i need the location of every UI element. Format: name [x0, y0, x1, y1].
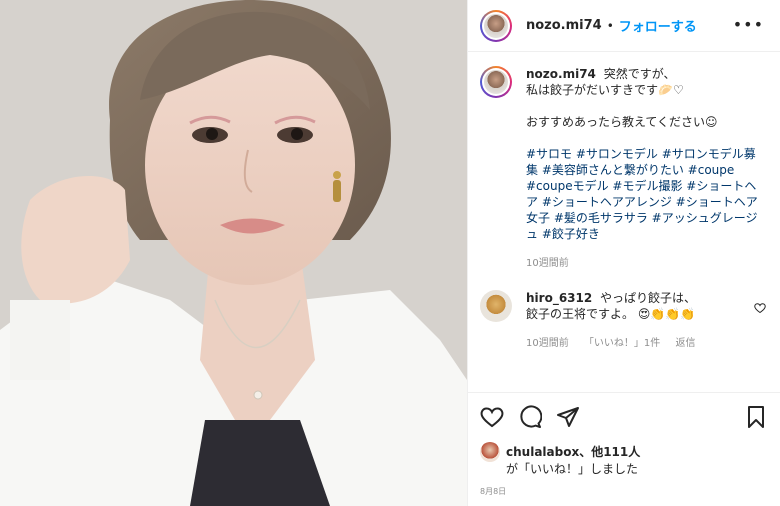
post-sidebar: nozo.mi74 • フォローする ••• nozo.mi74 突然ですが、 …	[467, 0, 780, 506]
caption-username[interactable]: nozo.mi74	[526, 67, 596, 81]
liker-username[interactable]: chulalabox	[506, 445, 579, 459]
action-bar	[468, 392, 780, 440]
follow-button[interactable]: フォローする	[619, 16, 697, 35]
comment-icon[interactable]	[518, 405, 542, 429]
reply-time[interactable]: 10週間前	[526, 338, 569, 349]
reply-line1: やっぱり餃子は、	[600, 291, 697, 305]
author-username[interactable]: nozo.mi74	[526, 18, 602, 33]
caption-avatar[interactable]	[480, 66, 512, 98]
heart-icon[interactable]	[480, 405, 504, 429]
caption-line3: おすすめあったら教えてください☺	[526, 115, 718, 129]
instagram-post: nozo.mi74 • フォローする ••• nozo.mi74 突然ですが、 …	[0, 0, 780, 506]
portrait-image	[0, 0, 467, 506]
bookmark-icon[interactable]	[744, 405, 768, 429]
caption-hashtags[interactable]: #サロモ #サロンモデル #サロンモデル募集 #美容師さんと繋がりたい #cou…	[526, 146, 764, 242]
reply-button[interactable]: 返信	[675, 338, 695, 349]
reply-username[interactable]: hiro_6312	[526, 291, 592, 305]
reply-likes[interactable]: 「いいね！」1件	[584, 338, 660, 349]
comment-like-heart-icon[interactable]	[754, 302, 766, 314]
separator-dot: •	[606, 18, 614, 33]
reply-line2: 餃子の王将ですよ。	[526, 307, 635, 321]
more-options-icon[interactable]: •••	[733, 17, 764, 33]
post-header: nozo.mi74 • フォローする •••	[468, 0, 780, 52]
reply-avatar[interactable]	[480, 290, 512, 322]
post-date[interactable]: 8月8日	[480, 486, 506, 497]
author-avatar[interactable]	[480, 9, 512, 42]
share-icon[interactable]	[556, 405, 580, 429]
caption-line1: 突然ですが、	[603, 67, 676, 81]
comments-section: nozo.mi74 突然ですが、 私は餃子がだいすきです🥟♡ おすすめあったら教…	[468, 52, 780, 392]
likes-suffix: が「いいね！」しました	[506, 462, 639, 476]
likes-summary: chulalabox、他111人 が「いいね！」しました	[480, 442, 640, 478]
likes-count[interactable]: 、他111人	[579, 445, 640, 459]
dumpling-emoji: 🥟♡	[658, 83, 684, 97]
caption: nozo.mi74 突然ですが、 私は餃子がだいすきです🥟♡ おすすめあったら教…	[468, 52, 780, 272]
liker-avatar[interactable]	[480, 442, 500, 462]
caption-line2: 私は餃子がだいすきです	[526, 83, 659, 97]
reply-comment: hiro_6312 やっぱり餃子は、 餃子の王将ですよ。 😍👏👏👏 10週間前 …	[468, 272, 780, 352]
post-photo[interactable]	[0, 0, 467, 506]
reply-emoji: 😍👏👏👏	[637, 307, 696, 321]
caption-time[interactable]: 10週間前	[526, 258, 569, 269]
